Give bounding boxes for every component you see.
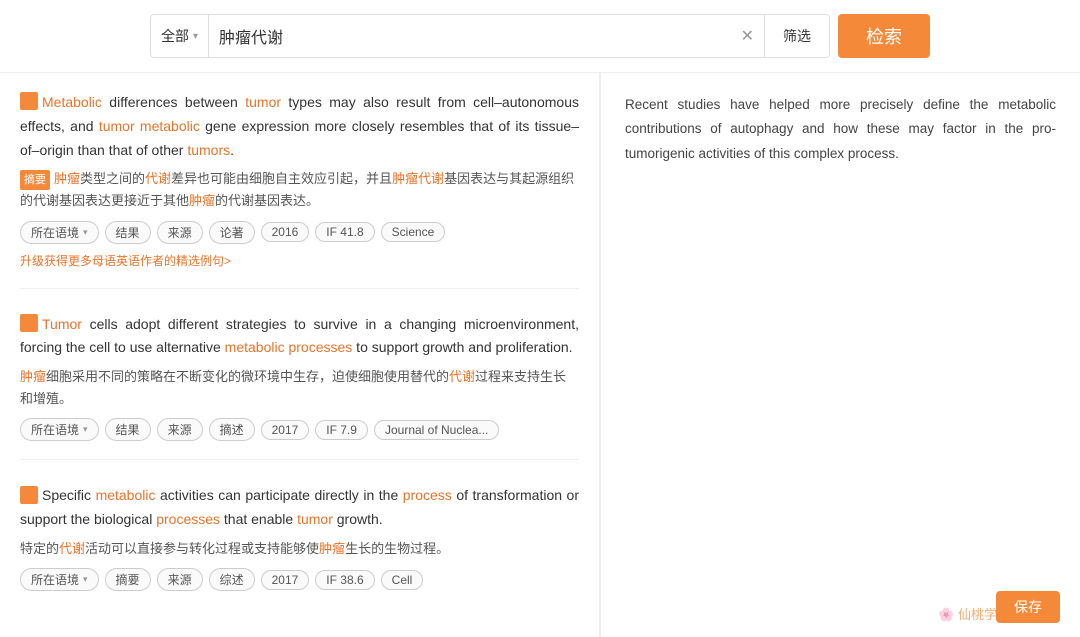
tag-result[interactable]: 结果 [105, 221, 151, 244]
tag-journal[interactable]: Journal of Nuclea... [374, 420, 499, 440]
result-cn-text: 特定的代谢活动可以直接参与转化过程或支持能够使肿瘤生长的生物过程。 [20, 538, 579, 560]
result-cn-text: 摘要肿瘤类型之间的代谢差异也可能由细胞自主效应引起，并且肿瘤代谢基因表达与其起源… [20, 168, 579, 212]
tag-row: 所在语境▾ 结果 来源 摘述 2017 IF 7.9 Journal of Nu… [20, 418, 579, 441]
tag-context[interactable]: 所在语境▾ [20, 418, 99, 441]
highlight-word: metabolic [140, 118, 200, 134]
filter-button[interactable]: 筛选 [764, 15, 829, 57]
clear-icon[interactable]: ✕ [731, 26, 764, 46]
result-en-text: Tumor cells adopt different strategies t… [20, 313, 579, 361]
result-type-icon [20, 314, 38, 332]
search-category-dropdown[interactable]: 全部 ▾ [151, 15, 209, 57]
highlight-word: tumor [99, 118, 135, 134]
result-en-text: Metabolic differences between tumor type… [20, 91, 579, 162]
result-cn-text: 肿瘤细胞采用不同的策略在不断变化的微环境中生存，迫使细胞使用替代的代谢过程来支持… [20, 366, 579, 410]
result-type-icon [20, 486, 38, 504]
tag-type[interactable]: 论著 [209, 221, 255, 244]
tag-row: 所在语境▾ 摘要 来源 综述 2017 IF 38.6 Cell [20, 568, 579, 591]
highlight-word: Metabolic [42, 94, 102, 110]
result-item: Specific metabolic activities can partic… [20, 484, 579, 609]
tag-source[interactable]: 来源 [157, 418, 203, 441]
tag-if[interactable]: IF 38.6 [315, 570, 374, 590]
tag-row: 所在语境▾ 结果 来源 论著 2016 IF 41.8 Science [20, 221, 579, 244]
tag-year[interactable]: 2017 [261, 570, 310, 590]
highlight-word: processes [156, 511, 220, 527]
result-type-icon [20, 92, 38, 110]
result-item: Metabolic differences between tumor type… [20, 91, 579, 289]
save-button[interactable]: 保存 [996, 591, 1060, 623]
upgrade-link[interactable]: 升级获得更多母语英语作者的精选例句> [20, 252, 231, 269]
tag-type[interactable]: 综述 [209, 568, 255, 591]
highlight-word: tumor [297, 511, 333, 527]
chevron-down-icon: ▾ [83, 227, 88, 238]
main-content: Metabolic differences between tumor type… [0, 73, 1080, 637]
result-item: Tumor cells adopt different strategies t… [20, 313, 579, 461]
search-submit-button[interactable]: 检索 [838, 14, 930, 58]
chevron-down-icon: ▾ [83, 574, 88, 585]
tag-context[interactable]: 所在语境▾ [20, 221, 99, 244]
highlight-word: tumor [245, 94, 281, 110]
chevron-down-icon: ▾ [83, 424, 88, 435]
search-category-label: 全部 [161, 26, 189, 46]
tag-if[interactable]: IF 41.8 [315, 222, 374, 242]
tag-context[interactable]: 所在语境▾ [20, 568, 99, 591]
cn-tag-label: 摘要 [20, 170, 50, 191]
results-panel: Metabolic differences between tumor type… [0, 73, 600, 637]
tag-journal[interactable]: Science [381, 222, 446, 242]
tag-result[interactable]: 结果 [105, 418, 151, 441]
highlight-word: metabolic [96, 487, 156, 503]
right-panel-text: Recent studies have helped more precisel… [625, 93, 1056, 166]
result-en-text: Specific metabolic activities can partic… [20, 484, 579, 532]
highlight-word: tumors [187, 142, 230, 158]
right-panel: Recent studies have helped more precisel… [600, 73, 1080, 637]
chevron-down-icon: ▾ [193, 31, 198, 42]
highlight-word: process [403, 487, 452, 503]
tag-abstract[interactable]: 摘要 [105, 568, 151, 591]
search-bar: 全部 ▾ ✕ 筛选 [150, 14, 830, 58]
tag-year[interactable]: 2016 [261, 222, 310, 242]
highlight-word: metabolic processes [225, 339, 353, 355]
search-input[interactable] [209, 27, 731, 45]
search-bar-container: 全部 ▾ ✕ 筛选 检索 [0, 0, 1080, 73]
highlight-word: Tumor [42, 316, 82, 332]
tag-journal[interactable]: Cell [381, 570, 424, 590]
tag-source[interactable]: 来源 [157, 568, 203, 591]
tag-year[interactable]: 2017 [261, 420, 310, 440]
tag-source[interactable]: 来源 [157, 221, 203, 244]
tag-if[interactable]: IF 7.9 [315, 420, 368, 440]
tag-type[interactable]: 摘述 [209, 418, 255, 441]
